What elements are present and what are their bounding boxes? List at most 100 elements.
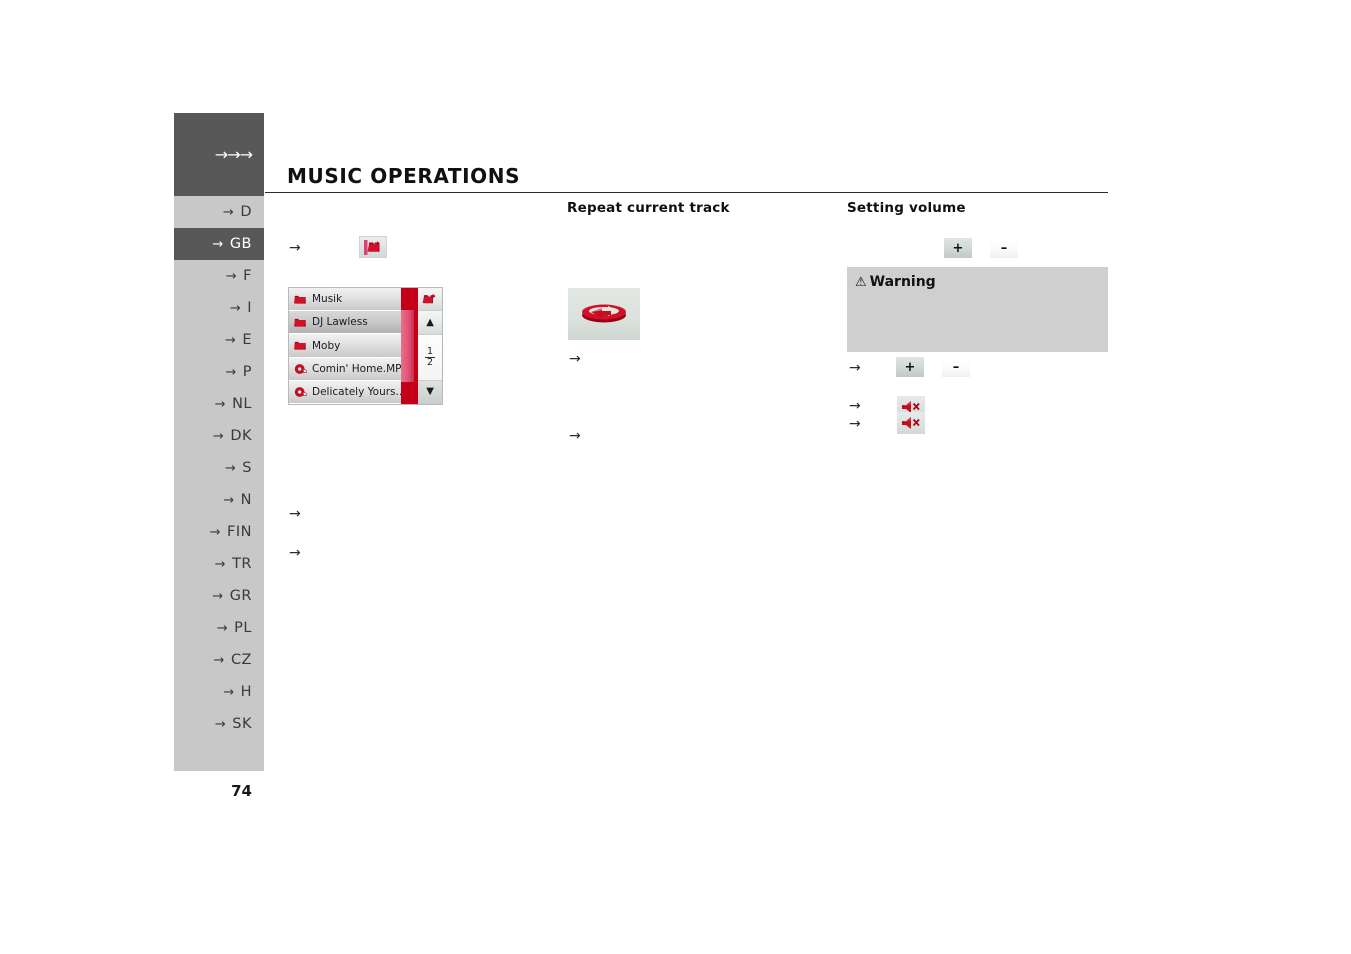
file-list-item[interactable]: Moby <box>289 334 401 358</box>
arrow-icon: → <box>213 652 225 668</box>
speaker-mute-glyph <box>902 417 920 429</box>
file-list-item-label: Musik <box>312 293 343 306</box>
volume-up-button-top[interactable]: + <box>944 238 972 258</box>
sidebar-item-label: FIN <box>227 524 252 540</box>
sidebar-item-f[interactable]: → F <box>174 260 264 292</box>
column-three: Setting volume <box>847 200 1108 218</box>
file-list-item-label: Delicately Yours... <box>312 385 401 398</box>
sidebar-item-label: CZ <box>230 652 252 668</box>
column-one-heading <box>287 200 557 218</box>
scrollbar-thumb[interactable] <box>401 310 414 382</box>
sidebar-item-i[interactable]: → I <box>174 292 264 324</box>
file-list-item-label: DJ Lawless <box>312 316 368 329</box>
sidebar-item-gb[interactable]: → GB <box>174 228 264 260</box>
warning-body <box>847 290 1108 298</box>
bullet-arrow-c2-1: → <box>569 351 581 367</box>
sidebar-item-n[interactable]: → N <box>174 484 264 516</box>
file-list-item-label: Comin' Home.MP3 <box>312 362 401 375</box>
page-total: 2 <box>427 356 434 368</box>
folder-up-icon[interactable] <box>359 236 387 258</box>
sidebar-item-label: GB <box>229 236 252 252</box>
arrow-icon: → <box>225 268 238 284</box>
arrow-icon: → <box>223 684 235 700</box>
volume-down-button-top[interactable]: – <box>990 238 1018 258</box>
arrow-icon: → <box>214 716 227 732</box>
page-number: 74 <box>231 782 252 800</box>
arrow-icon: → <box>214 396 227 412</box>
title-divider <box>265 192 1108 193</box>
arrow-icon: → <box>216 620 229 636</box>
list-folder-up-button[interactable] <box>418 288 442 312</box>
repeat-arrow-glyph <box>582 304 626 323</box>
language-sidebar: →→→ → D → GB → F → I → E → P → NL → DK → S → N → FIN → TR → GR → PL… <box>174 113 264 771</box>
sidebar-item-label: F <box>243 268 252 284</box>
arrow-icon: → <box>222 204 235 220</box>
arrow-icon: → <box>214 556 227 572</box>
arrow-icon: → <box>212 428 225 444</box>
file-list-item[interactable]: Delicately Yours... <box>289 380 401 405</box>
volume-down-button-bottom[interactable]: – <box>942 357 970 377</box>
sidebar-item-label: NL <box>232 396 252 412</box>
list-page-indicator: 1 2 <box>418 334 442 381</box>
sidebar-item-e[interactable]: → E <box>174 324 264 356</box>
sidebar-item-label: TR <box>232 556 252 572</box>
up-arrow-icon: ▲ <box>426 317 434 329</box>
folder-icon <box>294 340 307 351</box>
sidebar-item-label: PL <box>234 620 252 636</box>
file-list-item[interactable]: Comin' Home.MP3 <box>289 357 401 381</box>
sidebar-item-pl[interactable]: → PL <box>174 612 264 644</box>
file-list-item[interactable]: Musik <box>289 288 401 312</box>
sidebar-item-label: GR <box>229 588 252 604</box>
volume-buttons-top: + – <box>944 238 1018 258</box>
sidebar-item-label: E <box>242 332 252 348</box>
warning-triangle-icon: ⚠ <box>855 274 867 290</box>
sidebar-item-dk[interactable]: → DK <box>174 420 264 452</box>
sidebar-item-cz[interactable]: → CZ <box>174 644 264 676</box>
file-list-item[interactable]: DJ Lawless <box>289 311 401 335</box>
file-list-buttons: ▲ 1 2 ▼ <box>418 288 442 405</box>
sidebar-item-label: P <box>242 364 252 380</box>
sidebar-item-s[interactable]: → S <box>174 452 264 484</box>
bullet-arrow-c3-1: → <box>849 360 861 376</box>
sidebar-item-fin[interactable]: → FIN <box>174 516 264 548</box>
bullet-arrow-c1-1: → <box>289 240 301 256</box>
sidebar-item-tr[interactable]: → TR <box>174 548 264 580</box>
bullet-arrow-c3-3: → <box>849 416 861 432</box>
sidebar-item-label: N <box>240 492 252 508</box>
down-arrow-icon: ▼ <box>426 386 434 398</box>
sidebar-item-h[interactable]: → H <box>174 676 264 708</box>
folder-icon <box>294 294 307 305</box>
sidebar-item-gr[interactable]: → GR <box>174 580 264 612</box>
list-scroll-up-button[interactable]: ▲ <box>418 311 442 335</box>
file-list-rows: Musik DJ Lawless Moby Comin' Home.MP3 Delica… <box>289 288 401 405</box>
repeat-track-icon[interactable] <box>568 288 640 340</box>
file-list-item-label: Moby <box>312 339 341 352</box>
bullet-arrow-c2-2: → <box>569 428 581 444</box>
setting-volume-heading: Setting volume <box>847 200 966 216</box>
scrollbar-track[interactable] <box>401 288 414 404</box>
page-title: MUSIC OPERATIONS <box>287 164 521 188</box>
volume-up-button-bottom[interactable]: + <box>896 357 924 377</box>
column-one <box>287 200 557 218</box>
arrow-icon: → <box>224 332 237 348</box>
manual-page: →→→ → D → GB → F → I → E → P → NL → DK → S → N → FIN → TR → GR → PL… <box>0 0 1351 954</box>
arrow-icon: → <box>212 236 224 252</box>
sidebar-item-sk[interactable]: → SK <box>174 708 264 740</box>
arrow-icon: → <box>229 300 242 316</box>
sidebar-item-label: D <box>240 204 252 220</box>
sidebar-item-p[interactable]: → P <box>174 356 264 388</box>
volume-buttons-bottom: + – <box>896 357 970 377</box>
warning-title: Warning <box>869 274 936 290</box>
sidebar-item-d[interactable]: → D <box>174 196 264 228</box>
sidebar-item-nl[interactable]: → NL <box>174 388 264 420</box>
sidebar-item-label: I <box>247 300 252 316</box>
language-list: → D → GB → F → I → E → P → NL → DK → S → N → FIN → TR → GR → PL → CZ →… <box>174 196 264 740</box>
sidebar-item-label: S <box>242 460 252 476</box>
disc-icon <box>294 386 307 398</box>
list-scroll-down-button[interactable]: ▼ <box>418 380 442 405</box>
sidebar-item-label: DK <box>230 428 252 444</box>
sidebar-header: →→→ <box>174 113 264 196</box>
file-list-widget[interactable]: Musik DJ Lawless Moby Comin' Home.MP3 Delica… <box>288 287 443 405</box>
warning-title-row: ⚠ Warning <box>847 267 1108 290</box>
speaker-mute-icon-2[interactable] <box>897 412 925 434</box>
